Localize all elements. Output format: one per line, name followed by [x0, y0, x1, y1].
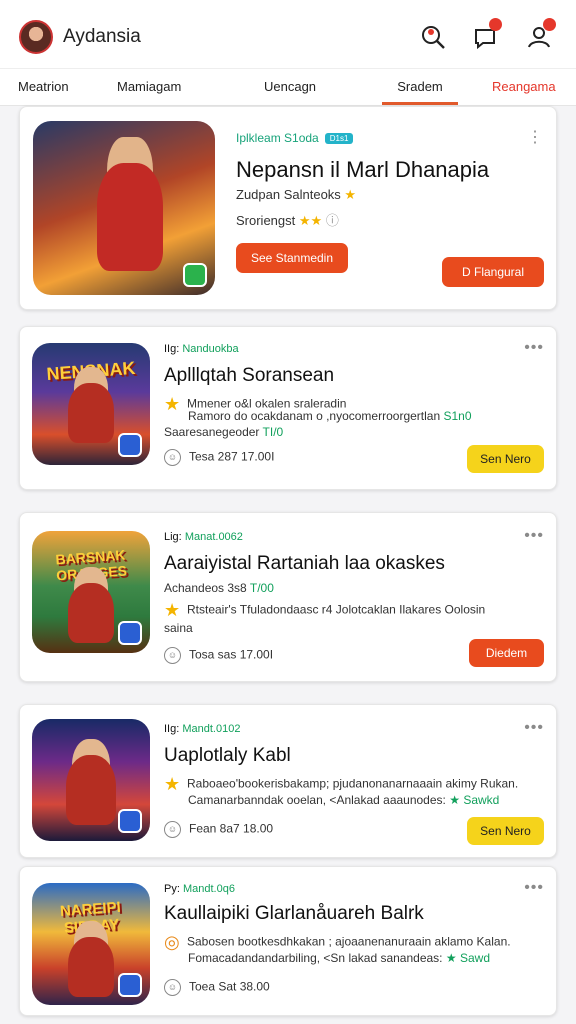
- star-badge-icon: ★: [164, 394, 181, 414]
- hero-figure: [66, 755, 116, 825]
- card-meta: IIg: Mandt.0102: [164, 723, 241, 735]
- card-line3: saina: [164, 621, 193, 635]
- card-line2: ★ Rtsteair's Tfuladondaasc r4 Jolotcaklan…: [164, 600, 486, 620]
- featured-title: Nepansn il Marl Dhanapia: [236, 157, 490, 182]
- smile-icon: ☺: [164, 449, 181, 466]
- hero-figure: [97, 163, 163, 271]
- game-thumbnail: [32, 719, 150, 841]
- more-vert-icon[interactable]: ⋮: [527, 127, 544, 147]
- featured-meta: Iplkleam S1oda D1s1: [236, 131, 354, 145]
- thumbnail-logo-text: NENSNAK: [45, 357, 137, 385]
- star-icon: ★: [344, 187, 357, 202]
- install-button[interactable]: D Flangural: [442, 257, 544, 287]
- game-thumbnail: NENSNAK: [32, 343, 150, 465]
- game-thumbnail: BARSNAK ORANGES: [32, 531, 150, 653]
- card-line2: Ramoro do ocakdanam o ,nyocomerroorgertl…: [188, 409, 472, 423]
- tab-2[interactable]: Mamiagam: [117, 79, 181, 94]
- coin-icon: ◎: [164, 932, 180, 952]
- notification-badge: [489, 18, 502, 31]
- featured-card[interactable]: Iplkleam S1oda D1s1 ⋮ Nepansn il Marl Dha…: [19, 106, 557, 310]
- featured-line2: Sroriengst ★★ ⓘ: [236, 213, 339, 228]
- hero-figure: [68, 937, 114, 997]
- stars-icon: ★★: [298, 213, 323, 228]
- star-badge-icon: ★: [164, 774, 181, 794]
- platform-badge-icon: [118, 973, 142, 997]
- more-horiz-icon[interactable]: •••: [524, 879, 544, 897]
- featured-game-thumbnail: [33, 121, 215, 295]
- game-card[interactable]: BARSNAK ORANGES Lig: Manat.0062 ••• Aara…: [19, 512, 557, 682]
- release-date: ☺ Tosa sas 17.00I: [164, 647, 273, 664]
- card-line2: Camanarbanndak ooelan, <Anlakad aaaunode…: [188, 793, 500, 807]
- hero-figure: [68, 583, 114, 643]
- card-title: Uaplotlaly Kabl: [164, 745, 291, 766]
- card-meta: Py: Mandt.0q6: [164, 883, 235, 895]
- user-notification-icon[interactable]: [524, 18, 556, 52]
- game-card[interactable]: NAREIPI SIDDAY Py: Mandt.0q6 ••• Kaullai…: [19, 866, 557, 1016]
- star-badge-icon: ★: [164, 600, 181, 620]
- platform-badge-icon: [118, 809, 142, 833]
- smile-icon: ☺: [164, 647, 181, 664]
- hero-figure: [68, 383, 114, 443]
- game-card[interactable]: NENSNAK IIg: Nanduokba ••• Aplllqtah Sor…: [19, 326, 557, 490]
- card-line1: ★ Raboaeo'bookerisbakamp; pjudanonanarnaa…: [164, 774, 519, 794]
- card-meta: IIg: Nanduokba: [164, 343, 239, 355]
- action-button[interactable]: Sen Nero: [467, 445, 544, 473]
- card-title: Aplllqtah Soransean: [164, 365, 335, 386]
- platform-badge-icon: [118, 621, 142, 645]
- tab-5[interactable]: Reangama: [492, 79, 556, 94]
- release-date: ☺ Tesa 287 17.00I: [164, 449, 274, 466]
- platform-badge-icon: [118, 433, 142, 457]
- green-star-icon: ★: [445, 951, 457, 965]
- card-line2: Fomacadandandarbiling, <Sn lakad sanande…: [188, 951, 490, 965]
- avatar[interactable]: [19, 20, 53, 54]
- game-thumbnail: NAREIPI SIDDAY: [32, 883, 150, 1005]
- card-line3: Saaresanegeoder TI/0: [164, 425, 284, 439]
- card-title: Kaullaipiki Glarlanåuareh Balrk: [164, 903, 424, 924]
- action-button[interactable]: Sen Nero: [467, 817, 544, 845]
- smile-icon: ☺: [164, 821, 181, 838]
- top-app-bar: Aydansia: [0, 0, 576, 68]
- play-badge-icon: [183, 263, 207, 287]
- featured-chip: D1s1: [324, 133, 354, 145]
- green-star-icon: ★: [449, 793, 460, 807]
- game-card[interactable]: IIg: Mandt.0102 ••• Uaplotlaly Kabl ★ Rab…: [19, 704, 557, 858]
- release-date: ☺ Fean 8a7 18.00: [164, 821, 273, 838]
- thumbnail-logo-text: BARSNAK ORANGES: [54, 546, 128, 584]
- smile-icon: ☺: [164, 979, 181, 996]
- tab-bar: Meatrion Mamiagam Uencagn Sradem Reangam…: [0, 68, 576, 106]
- tab-4-active[interactable]: Sradem: [382, 79, 458, 105]
- tab-3[interactable]: Uencagn: [264, 79, 316, 94]
- featured-line1: Zudpan Salnteoks ★: [236, 187, 357, 202]
- chat-notification-icon[interactable]: [470, 18, 502, 52]
- card-line1: ◎ Sabosen bootkesdhkakan ; ajoaanenanuraa…: [164, 932, 511, 952]
- card-line1: Achandeos 3s8 T/00: [164, 581, 274, 595]
- tab-1[interactable]: Meatrion: [18, 79, 69, 94]
- action-button[interactable]: Diedem: [469, 639, 544, 667]
- search-icon[interactable]: [418, 22, 448, 52]
- more-horiz-icon[interactable]: •••: [524, 719, 544, 737]
- card-title: Aaraiyistal Rartaniah laa okaskes: [164, 553, 445, 574]
- thumbnail-logo-text: NAREIPI SIDDAY: [59, 898, 122, 937]
- card-meta: Lig: Manat.0062: [164, 531, 243, 543]
- release-date: ☺ Toea Sat 38.00: [164, 979, 270, 996]
- see-more-button[interactable]: See Stanmedin: [236, 243, 348, 273]
- notification-badge: [543, 18, 556, 31]
- more-horiz-icon[interactable]: •••: [524, 339, 544, 357]
- app-title: Aydansia: [63, 26, 141, 47]
- more-horiz-icon[interactable]: •••: [524, 527, 544, 545]
